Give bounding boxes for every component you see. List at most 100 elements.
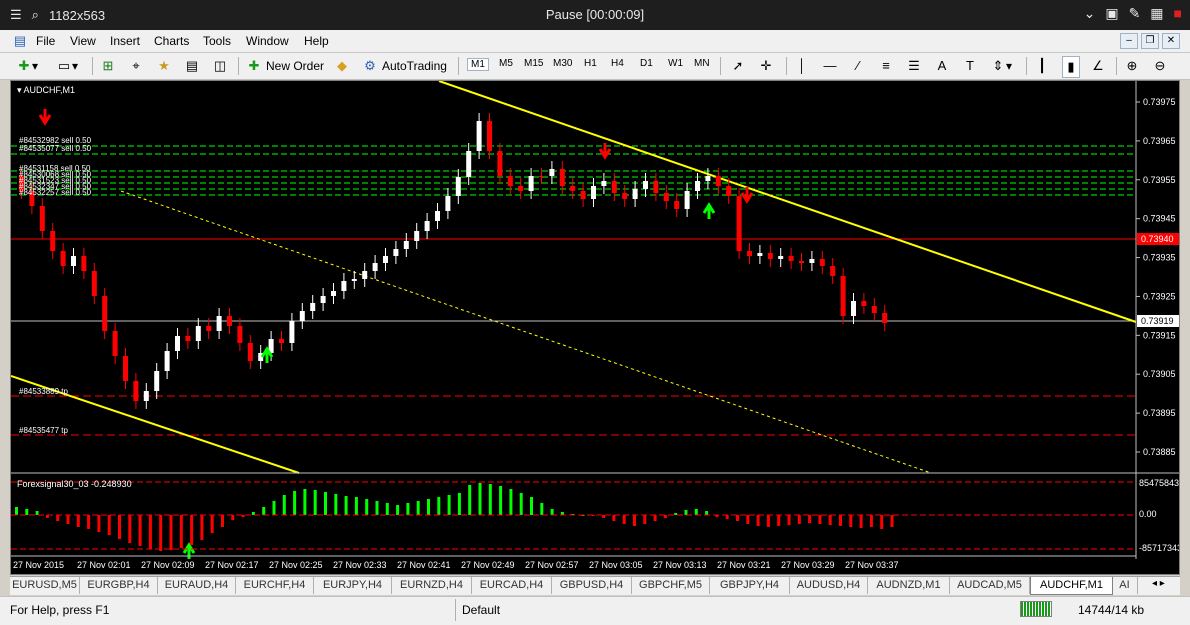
chevron-down-icon[interactable]: ⌄ [1084,5,1096,22]
text-label-icon[interactable]: T [962,56,978,76]
tf-mn[interactable]: MN [694,58,710,69]
trend-line-upper [438,80,1137,323]
horizontal-line-icon[interactable]: — [822,56,838,76]
menu-view[interactable]: View [70,34,96,48]
tester-icon[interactable]: ◫ [212,56,228,76]
tab-eurjpy-h4[interactable]: EURJPY,H4 [314,577,392,594]
menu-file[interactable]: File [36,34,55,48]
indicator-bar [334,494,338,515]
indicator-bar [437,497,441,515]
indicator-bar [499,486,503,515]
candle-body [279,339,284,343]
minimize-icon[interactable]: – [1120,33,1138,49]
tf-m30[interactable]: M30 [553,58,572,69]
tab-eurchf-h4[interactable]: EURCHF,H4 [236,577,314,594]
time-axis-label: 27 Nov 03:29 [781,560,835,570]
zoom-in-icon[interactable]: ⊕ [1124,56,1140,76]
new-order-button[interactable]: ✚ New Order [246,56,324,76]
indicator-bar [468,485,472,515]
fibonacci-icon[interactable]: ☰ [906,56,922,76]
tab-audcad-m5[interactable]: AUDCAD,M5 [950,577,1030,594]
crosshair-nav-icon[interactable]: ⌖ [128,56,144,76]
cursor-icon[interactable]: ➚ [730,56,746,76]
tf-m1[interactable]: M1 [467,58,489,71]
trendline-icon[interactable]: ⁄ [850,56,866,76]
tf-h4[interactable]: H4 [611,58,624,69]
indicator-bar [705,511,709,515]
tab-eurcad-h4[interactable]: EURCAD,H4 [472,577,552,594]
tab-scroll-arrows[interactable]: ◂ ▸ [1152,578,1165,589]
menu-help[interactable]: Help [304,34,329,48]
app-icon[interactable]: ▤ [12,33,28,49]
candle-body [851,301,856,316]
crosshair-icon[interactable]: ✛ [758,56,774,76]
text-icon[interactable]: A [934,56,950,76]
time-axis-label: 27 Nov 02:25 [269,560,323,570]
candlestick-icon[interactable]: ▮ [1062,56,1080,78]
status-bar: For Help, press F1 Default 14744/14 kb [0,596,1190,625]
tf-w1[interactable]: W1 [668,58,683,69]
profiles-icon[interactable]: ▭ ▾ [56,56,78,76]
grid-icon[interactable]: ▦ [1150,5,1163,22]
tab-euraud-h4[interactable]: EURAUD,H4 [158,577,236,594]
indicator-bar [540,503,544,515]
tab-eurnzd-h4[interactable]: EURNZD,H4 [392,577,472,594]
menu-tools[interactable]: Tools [203,34,231,48]
equidistant-channel-icon[interactable]: ≡ [878,56,894,76]
price-chart[interactable]: 0.73975 0.73965 0.73955 0.73945 0.73935 0.739… [10,80,1182,574]
indicator-bar [457,493,461,515]
tab-gbpusd-h4[interactable]: GBPUSD,H4 [552,577,632,594]
indicator-bar [602,515,606,518]
line-chart-icon[interactable]: ∠ [1090,56,1106,76]
terminal-icon[interactable]: ▤ [184,56,200,76]
tab-audnzd-m1[interactable]: AUDNZD,M1 [868,577,950,594]
zoom-out-icon[interactable]: ⊖ [1152,56,1168,76]
bar-chart-icon[interactable]: ┃ [1034,56,1050,76]
tab-audchf-m1[interactable]: AUDCHF,M1 [1030,577,1113,595]
tab-ai[interactable]: AI [1112,577,1138,594]
market-watch-icon[interactable]: ⊞ [100,56,116,76]
tab-eurusd-m5[interactable]: EURUSD,M5 [10,577,80,594]
new-chart-icon[interactable]: ✚ ▾ [16,56,38,76]
pen-icon[interactable]: ✎ [1129,5,1141,22]
candle-body [455,177,461,196]
indicator-bar [148,515,152,549]
indicator-bar [777,515,781,526]
tf-m5[interactable]: M5 [499,58,513,69]
indicator-tick: -85717343 [1139,543,1179,553]
experts-icon[interactable]: ◆ [334,56,350,76]
menu-charts[interactable]: Charts [154,34,189,48]
tab-gbpjpy-h4[interactable]: GBPJPY,H4 [710,577,790,594]
tf-d1[interactable]: D1 [640,58,653,69]
tab-gbpchf-m5[interactable]: GBPCHF,M5 [632,577,710,594]
time-axis-label: 27 Nov 02:01 [77,560,131,570]
indicator-bar [828,515,832,525]
navigator-icon[interactable]: ★ [156,56,172,76]
indicator-bar [293,491,297,515]
tf-m15[interactable]: M15 [524,58,543,69]
vertical-line-icon[interactable]: │ [794,56,810,76]
toolbar: ✚ ▾ ▭ ▾ ⊞ ⌖ ★ ▤ ◫ ✚ New Order ◆ ⚙ AutoTrad… [0,53,1190,80]
tf-h1[interactable]: H1 [584,58,597,69]
autotrading-button[interactable]: ⚙ AutoTrading [362,56,447,76]
time-axis-label: 27 Nov 02:17 [205,560,259,570]
close-icon[interactable]: ✕ [1162,33,1180,49]
chart-window[interactable]: 0.73975 0.73965 0.73955 0.73945 0.73935 0.739… [10,80,1182,575]
candle-body [466,151,472,177]
restore-icon[interactable]: ❐ [1141,33,1159,49]
candle-body [861,301,867,306]
stop-icon[interactable]: ■ [1174,5,1182,22]
arrows-icon[interactable]: ⇕ ▾ [990,56,1012,76]
indicator-bar [746,515,750,524]
indicator-bar [890,515,894,527]
indicator-bar [530,497,533,515]
tab-audusd-h4[interactable]: AUDUSD,H4 [790,577,868,594]
candle-body [227,316,232,326]
indicator-bar [766,515,770,527]
camera-icon[interactable]: ▣ [1105,5,1118,22]
menu-window[interactable]: Window [246,34,289,48]
menu-insert[interactable]: Insert [110,34,140,48]
tab-eurgbp-h4[interactable]: EURGBP,H4 [80,577,158,594]
profile-name[interactable]: Default [462,603,500,617]
indicator-bar [35,511,39,515]
